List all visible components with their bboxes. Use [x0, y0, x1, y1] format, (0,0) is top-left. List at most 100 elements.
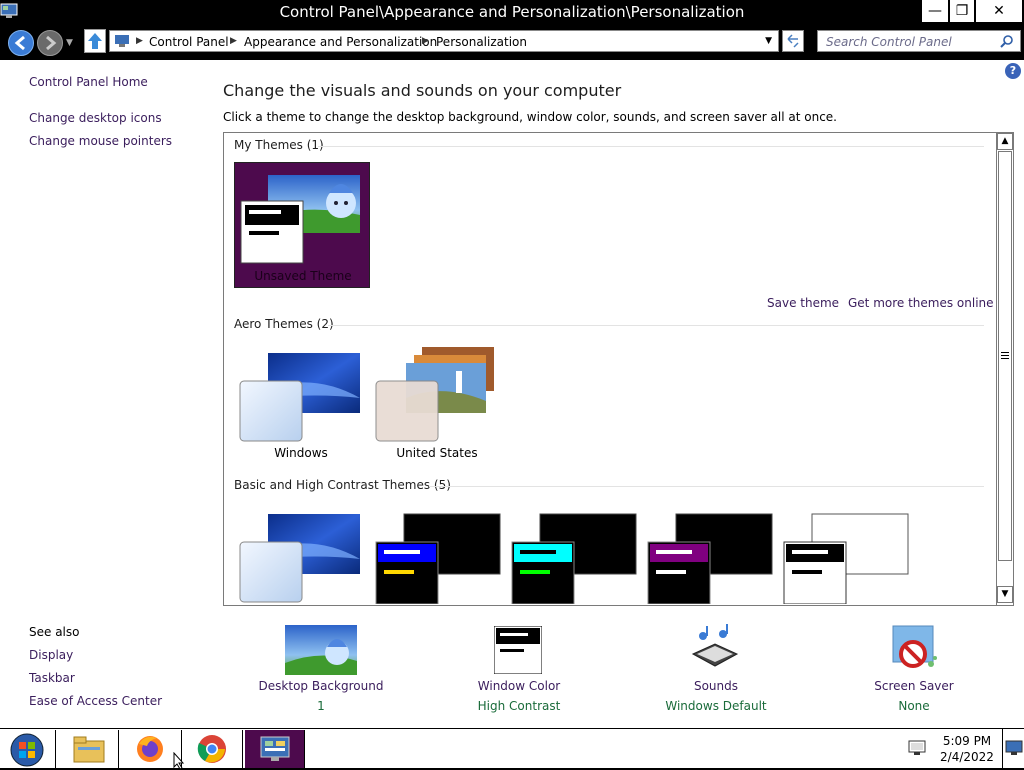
main-content: ? Change the visuals and sounds on your …: [201, 60, 1024, 728]
breadcrumb-appearance-and-personalization[interactable]: Appearance and Personalization: [244, 35, 437, 49]
address-bar[interactable]: ▶ Control Panel ▶ Appearance and Persona…: [109, 30, 779, 52]
firefox-icon: [137, 736, 163, 762]
screen-saver-icon: [892, 625, 937, 668]
close-button[interactable]: ✕: [976, 0, 1022, 22]
mouse-cursor-icon: [173, 752, 185, 770]
breadcrumb-personalization[interactable]: Personalization: [436, 35, 527, 49]
page-title: Change the visuals and sounds on your co…: [223, 81, 622, 100]
refresh-icon: [787, 34, 799, 48]
scroll-down-button[interactable]: ▼: [997, 586, 1013, 603]
group-divider: [328, 325, 984, 326]
control-panel-location-icon: [115, 35, 129, 47]
group-heading-aero-themes: Aero Themes (2): [234, 317, 334, 331]
see-also-heading: See also: [29, 625, 80, 639]
theme-list: My Themes (1) Unsaved Theme Save theme G…: [223, 132, 1014, 606]
title-bar: Control Panel\Appearance and Personaliza…: [0, 0, 1024, 24]
scroll-up-button[interactable]: ▲: [997, 133, 1013, 150]
window-color-value[interactable]: High Contrast: [439, 699, 599, 713]
window-color-label[interactable]: Window Color: [439, 679, 599, 693]
group-heading-my-themes: My Themes (1): [234, 138, 324, 152]
theme-high-contrast-2[interactable]: [508, 504, 638, 605]
group-divider: [429, 486, 984, 487]
search-placeholder: Search Control Panel: [826, 35, 952, 49]
desktop-background-icon: [285, 625, 357, 675]
clock-date[interactable]: 2/4/2022: [936, 750, 998, 764]
desktop-background-item[interactable]: Desktop Background 1: [241, 620, 401, 720]
display-link[interactable]: Display: [29, 648, 73, 662]
address-dropdown-arrow[interactable]: ▼: [765, 36, 772, 46]
theme-thumbnail-high-contrast-black: [647, 513, 773, 605]
theme-thumbnail-high-contrast-1: [375, 513, 501, 605]
control-panel-window: Control Panel\Appearance and Personaliza…: [0, 0, 1024, 728]
chrome-icon: [197, 735, 226, 763]
control-panel-home-link[interactable]: Control Panel Home: [29, 75, 148, 89]
theme-high-contrast-1[interactable]: [372, 504, 502, 605]
change-mouse-pointers-link[interactable]: Change mouse pointers: [29, 134, 172, 148]
theme-label-windows: Windows: [274, 446, 328, 460]
theme-thumbnail-high-contrast-2: [511, 513, 637, 605]
theme-windows-basic[interactable]: [236, 504, 366, 604]
start-button[interactable]: [0, 730, 56, 768]
window-title: Control Panel\Appearance and Personaliza…: [279, 3, 745, 21]
group-divider: [318, 146, 984, 147]
sounds-value[interactable]: Windows Default: [636, 699, 796, 713]
recent-pages-dropdown[interactable]: ▼: [66, 38, 73, 48]
theme-thumbnail-windows: [239, 353, 360, 442]
file-explorer-icon: [73, 736, 105, 763]
screen-saver-value[interactable]: None: [834, 699, 994, 713]
up-button[interactable]: [84, 29, 106, 53]
task-pane: Control Panel Home Change desktop icons …: [0, 60, 200, 728]
page-description: Click a theme to change the desktop back…: [223, 110, 837, 124]
taskbar-chrome[interactable]: [183, 730, 243, 768]
show-desktop-button[interactable]: [1002, 729, 1024, 768]
taskbar-control-panel[interactable]: [245, 730, 305, 768]
navigation-bar: ▼ ▶ Control Panel ▶ Appearance and Perso…: [0, 24, 1024, 60]
clock-time[interactable]: 5:09 PM: [936, 734, 998, 748]
breadcrumb-separator[interactable]: ▶: [136, 36, 143, 46]
theme-high-contrast-white[interactable]: [780, 504, 910, 605]
arrow-right-icon: [46, 35, 57, 51]
refresh-button[interactable]: [782, 30, 804, 52]
theme-united-states[interactable]: United States: [372, 343, 502, 463]
theme-thumbnail-high-contrast-white: [783, 513, 909, 605]
sounds-icon: [691, 624, 739, 667]
theme-windows[interactable]: Windows: [236, 343, 366, 463]
scrollbar-thumb[interactable]: [998, 151, 1012, 561]
get-more-themes-online-link[interactable]: Get more themes online: [848, 296, 994, 310]
breadcrumb-separator[interactable]: ▶: [230, 36, 237, 46]
search-input[interactable]: Search Control Panel: [817, 30, 1021, 52]
theme-high-contrast-black[interactable]: [644, 504, 774, 605]
arrow-left-icon: [14, 35, 25, 51]
sounds-label[interactable]: Sounds: [636, 679, 796, 693]
desktop-background-label[interactable]: Desktop Background: [241, 679, 401, 693]
theme-thumbnail-windows-basic: [239, 514, 360, 603]
change-desktop-icons-link[interactable]: Change desktop icons: [29, 111, 162, 125]
back-button[interactable]: [8, 30, 34, 56]
minimize-button[interactable]: —: [922, 0, 948, 22]
forward-button[interactable]: [37, 30, 63, 56]
theme-label-united-states: United States: [396, 446, 478, 460]
theme-thumbnail-united-states: [375, 347, 494, 442]
network-icon[interactable]: [908, 740, 926, 756]
screen-saver-label[interactable]: Screen Saver: [834, 679, 994, 693]
theme-list-scrollbar[interactable]: ▲ ▼: [996, 133, 1013, 605]
sounds-item[interactable]: Sounds Windows Default: [636, 620, 796, 720]
windows-logo-icon: [10, 733, 44, 767]
help-icon[interactable]: ?: [1005, 63, 1021, 79]
search-icon[interactable]: [1000, 34, 1014, 48]
control-panel-icon: [260, 736, 290, 761]
group-heading-basic-high-contrast: Basic and High Contrast Themes (5): [234, 478, 451, 492]
theme-unsaved-theme[interactable]: Unsaved Theme: [234, 162, 370, 288]
taskbar-file-explorer[interactable]: [57, 730, 119, 768]
desktop-background-value[interactable]: 1: [241, 699, 401, 713]
arrow-up-icon: [88, 33, 102, 49]
ease-of-access-center-link[interactable]: Ease of Access Center: [29, 694, 162, 708]
save-theme-link[interactable]: Save theme: [767, 296, 839, 310]
window-color-item[interactable]: Window Color High Contrast: [439, 620, 599, 720]
maximize-button[interactable]: ❐: [950, 0, 974, 22]
taskbar-link[interactable]: Taskbar: [29, 671, 75, 685]
window-color-icon: [494, 626, 542, 674]
breadcrumb-control-panel[interactable]: Control Panel: [149, 35, 229, 49]
breadcrumb-separator[interactable]: ▶: [422, 36, 429, 46]
screen-saver-item[interactable]: Screen Saver None: [834, 620, 994, 720]
